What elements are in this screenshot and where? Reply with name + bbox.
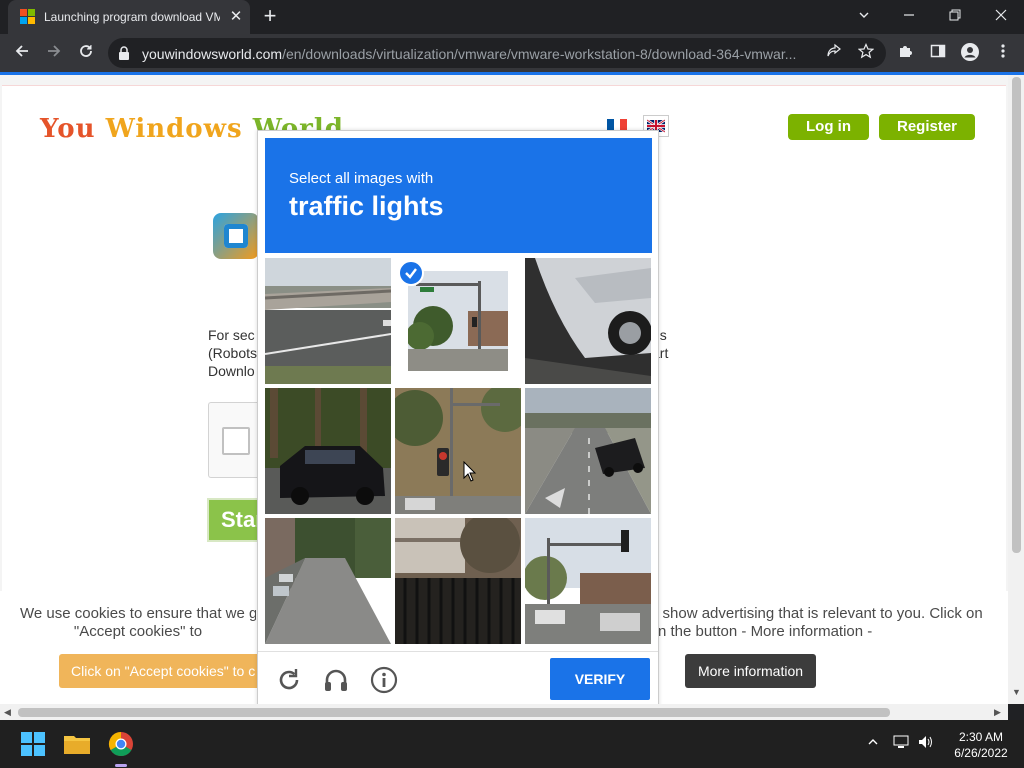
start-windows-icon[interactable] bbox=[17, 728, 49, 760]
cookie-text-right-line1: e show advertising that is relevant to y… bbox=[650, 605, 983, 622]
side-panel-icon[interactable] bbox=[928, 43, 948, 63]
reload-icon[interactable] bbox=[74, 41, 98, 65]
recaptcha-widget bbox=[208, 402, 260, 478]
close-window-icon[interactable] bbox=[985, 3, 1017, 29]
tile-2-image bbox=[408, 271, 508, 371]
windows-taskbar: 2:30 AM 6/26/2022 bbox=[0, 720, 1024, 768]
login-button[interactable]: Log in bbox=[788, 114, 869, 140]
cookie-text-left-line1: We use cookies to ensure that we g bbox=[20, 605, 256, 622]
clock-time: 2:30 AM bbox=[958, 730, 1004, 744]
minimize-icon[interactable] bbox=[893, 3, 925, 29]
challenge-instruction: Select all images with bbox=[289, 170, 434, 187]
mouse-cursor-icon bbox=[463, 460, 477, 483]
horizontal-scrollbar[interactable]: ◀ ▶ bbox=[0, 704, 1008, 720]
vertical-scroll-thumb[interactable] bbox=[1012, 77, 1021, 553]
vmware-app-icon bbox=[213, 213, 259, 259]
back-icon[interactable] bbox=[10, 41, 34, 65]
cookie-text-right: e show advertising that is relevant to y… bbox=[650, 605, 990, 641]
captcha-tile-7[interactable] bbox=[265, 518, 391, 644]
tab-strip: Launching program download VMware ✕ + bbox=[0, 0, 1024, 34]
url-path: /en/downloads/virtualization/vmware/vmwa… bbox=[282, 46, 797, 62]
info-icon[interactable] bbox=[370, 666, 398, 694]
verify-button[interactable]: VERIFY bbox=[550, 658, 650, 700]
horizontal-scroll-thumb[interactable] bbox=[18, 708, 890, 717]
tab-search-chevron-icon[interactable] bbox=[848, 3, 880, 29]
info-paragraph-left: For sec (Robots Downlo bbox=[208, 327, 258, 379]
captcha-tile-1[interactable] bbox=[265, 258, 391, 384]
more-information-button[interactable]: More information bbox=[685, 654, 816, 688]
scroll-right-arrow-icon[interactable]: ▶ bbox=[994, 707, 1001, 718]
tab-title: Launching program download VMware bbox=[44, 10, 220, 24]
scroll-down-arrow-icon[interactable]: ▼ bbox=[1012, 687, 1021, 697]
restore-icon[interactable] bbox=[939, 3, 971, 29]
challenge-header: Select all images with traffic lights bbox=[265, 138, 652, 253]
challenge-footer: VERIFY bbox=[258, 651, 658, 711]
cookie-text-left-line2: "Accept cookies" to bbox=[73, 623, 203, 640]
captcha-tile-8[interactable] bbox=[395, 518, 521, 644]
lock-icon[interactable] bbox=[118, 46, 130, 60]
captcha-tile-3[interactable] bbox=[525, 258, 651, 384]
captcha-tile-5[interactable] bbox=[395, 388, 521, 514]
captcha-tile-9[interactable] bbox=[525, 518, 651, 644]
scroll-left-arrow-icon[interactable]: ◀ bbox=[4, 707, 11, 718]
share-icon[interactable] bbox=[824, 43, 844, 63]
system-clock[interactable]: 2:30 AM 6/26/2022 bbox=[946, 729, 1016, 761]
active-app-indicator bbox=[115, 764, 127, 767]
reload-challenge-icon[interactable] bbox=[275, 666, 303, 694]
recaptcha-checkbox[interactable] bbox=[222, 427, 250, 455]
profile-avatar-icon[interactable] bbox=[960, 43, 980, 63]
start-download-button[interactable]: Star bbox=[207, 498, 262, 542]
cookie-text-right-line2: n the button - More information - bbox=[658, 623, 873, 640]
vertical-scrollbar[interactable]: ▼ bbox=[1008, 75, 1024, 704]
volume-icon[interactable] bbox=[917, 735, 935, 753]
forward-icon[interactable] bbox=[42, 41, 66, 65]
bookmark-star-icon[interactable] bbox=[856, 43, 876, 63]
accept-cookies-button[interactable]: Click on "Accept cookies" to c bbox=[59, 654, 269, 688]
captcha-tile-4[interactable] bbox=[265, 388, 391, 514]
captcha-tile-6[interactable] bbox=[525, 388, 651, 514]
file-explorer-icon[interactable] bbox=[61, 728, 93, 760]
logo-word-you: You bbox=[40, 114, 106, 144]
logo-word-windows: Windows bbox=[105, 114, 253, 144]
browser-toolbar: youwindowsworld.com/en/downloads/virtual… bbox=[0, 34, 1024, 72]
url-text[interactable]: youwindowsworld.com/en/downloads/virtual… bbox=[142, 46, 820, 62]
chrome-icon[interactable] bbox=[105, 728, 137, 767]
clock-date: 6/26/2022 bbox=[954, 746, 1008, 760]
audio-challenge-icon[interactable] bbox=[322, 666, 350, 694]
extensions-puzzle-icon[interactable] bbox=[896, 43, 916, 63]
menu-kebab-icon[interactable] bbox=[993, 43, 1013, 63]
recaptcha-challenge-dialog: Select all images with traffic lights VE… bbox=[257, 130, 659, 710]
cookie-text-left: We use cookies to ensure that we g "Acce… bbox=[20, 605, 256, 641]
network-icon[interactable] bbox=[892, 735, 910, 753]
selected-check-icon bbox=[398, 260, 424, 286]
show-hidden-icons-icon[interactable] bbox=[864, 735, 882, 753]
address-bar[interactable]: youwindowsworld.com/en/downloads/virtual… bbox=[108, 38, 886, 68]
challenge-target: traffic lights bbox=[289, 191, 444, 221]
new-tab-button[interactable]: + bbox=[258, 5, 282, 29]
windows-favicon-icon bbox=[20, 9, 36, 25]
browser-tab[interactable]: Launching program download VMware ✕ bbox=[8, 0, 250, 34]
close-tab-icon[interactable]: ✕ bbox=[226, 7, 246, 27]
register-button[interactable]: Register bbox=[879, 114, 975, 140]
url-host: youwindowsworld.com bbox=[142, 46, 283, 62]
